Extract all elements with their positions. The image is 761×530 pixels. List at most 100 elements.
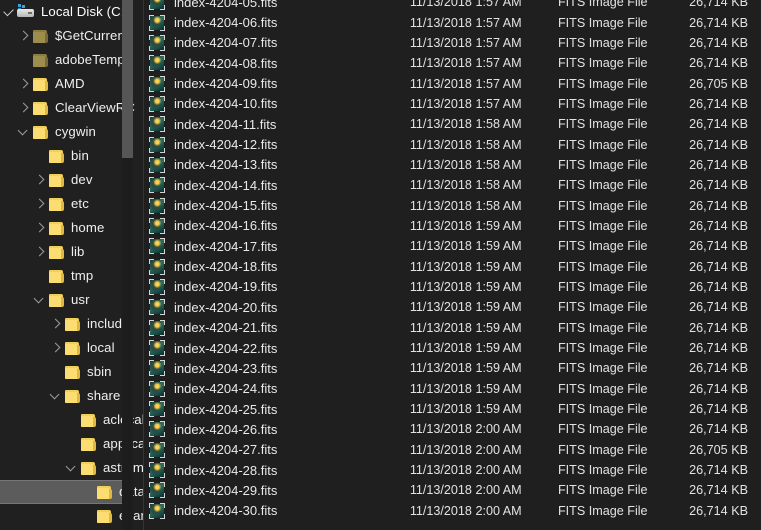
table-row[interactable]: index-4204-14.fits 11/13/2018 1:58 AM FITS… [144, 175, 761, 195]
navigation-scrollbar-thumb[interactable] [122, 0, 133, 158]
file-name-cell: index-4204-15.fits [174, 198, 278, 214]
file-date-cell: 11/13/2018 1:59 AM [409, 361, 522, 376]
fits-image-thumbnail-icon [149, 238, 165, 255]
file-name-cell: index-4204-17.fits [174, 238, 278, 254]
table-row[interactable]: index-4204-21.fits 11/13/2018 1:59 AM FITS… [144, 318, 761, 338]
file-name-cell: index-4204-06.fits [174, 15, 278, 31]
tree-item-label: usr [71, 292, 90, 307]
fits-image-thumbnail-icon [149, 55, 165, 72]
chevron-right-icon[interactable] [48, 312, 64, 336]
tree-item-label: Local Disk (C:) [41, 4, 129, 19]
chevron-right-icon[interactable] [32, 240, 48, 264]
chevron-down-icon[interactable] [16, 120, 32, 144]
fits-image-thumbnail-icon [149, 421, 165, 438]
file-date-cell: 11/13/2018 2:00 AM [409, 483, 522, 498]
table-row[interactable]: index-4204-22.fits 11/13/2018 1:59 AM FITS… [144, 338, 761, 358]
table-row[interactable]: index-4204-10.fits 11/13/2018 1:57 AM FITS… [144, 94, 761, 114]
file-type-cell: FITS Image File [557, 381, 648, 396]
file-size-cell: 26,714 KB [689, 56, 748, 71]
file-size-cell: 26,714 KB [689, 239, 748, 254]
chevron-right-icon[interactable] [16, 96, 32, 120]
fits-image-thumbnail-icon [149, 177, 165, 194]
table-row[interactable]: index-4204-25.fits 11/13/2018 1:59 AM FITS… [144, 399, 761, 419]
chevron-down-icon[interactable] [64, 456, 80, 480]
file-date-cell: 11/13/2018 1:59 AM [409, 402, 522, 417]
file-name-cell: index-4204-16.fits [174, 218, 278, 234]
file-name-cell: index-4204-18.fits [174, 259, 278, 275]
table-row[interactable]: index-4204-08.fits 11/13/2018 1:57 AM FITS… [144, 53, 761, 73]
folder-icon [96, 485, 114, 500]
file-date-cell: 11/13/2018 1:57 AM [409, 76, 522, 91]
fits-image-thumbnail-icon [149, 116, 165, 133]
fits-image-thumbnail-icon [149, 360, 165, 377]
table-row[interactable]: index-4204-18.fits 11/13/2018 1:59 AM FITS… [144, 256, 761, 276]
file-date-cell: 11/13/2018 1:58 AM [409, 157, 522, 172]
file-size-cell: 26,714 KB [689, 137, 748, 152]
fits-image-thumbnail-icon [149, 319, 165, 336]
file-name-cell: index-4204-21.fits [174, 320, 278, 336]
file-type-cell: FITS Image File [557, 463, 648, 478]
table-row[interactable]: index-4204-27.fits 11/13/2018 2:00 AM FITS… [144, 440, 761, 460]
table-row[interactable]: index-4204-17.fits 11/13/2018 1:59 AM FITS… [144, 236, 761, 256]
table-row[interactable]: index-4204-23.fits 11/13/2018 1:59 AM FITS… [144, 358, 761, 378]
fits-image-thumbnail-icon [149, 502, 165, 519]
table-row[interactable]: index-4204-15.fits 11/13/2018 1:58 AM FITS… [144, 195, 761, 215]
chevron-down-icon[interactable] [48, 384, 64, 408]
table-row[interactable]: index-4204-07.fits 11/13/2018 1:57 AM FITS… [144, 33, 761, 53]
fits-image-thumbnail-icon [149, 299, 165, 316]
fits-image-thumbnail-icon [149, 136, 165, 153]
folder-icon [96, 509, 114, 524]
table-row[interactable]: index-4204-19.fits 11/13/2018 1:59 AM FITS… [144, 277, 761, 297]
file-size-cell: 26,714 KB [689, 463, 748, 478]
chevron-right-icon[interactable] [32, 192, 48, 216]
file-size-cell: 26,714 KB [689, 15, 748, 30]
file-name-cell: index-4204-22.fits [174, 340, 278, 356]
file-size-cell: 26,714 KB [689, 117, 748, 132]
table-row[interactable]: index-4204-11.fits 11/13/2018 1:58 AM FITS… [144, 114, 761, 134]
chevron-right-icon[interactable] [32, 216, 48, 240]
chevron-right-icon[interactable] [32, 168, 48, 192]
fits-image-thumbnail-icon [149, 217, 165, 234]
navigation-scrollbar[interactable] [122, 0, 133, 530]
file-type-cell: FITS Image File [557, 361, 648, 376]
table-row[interactable]: index-4204-05.fits 11/13/2018 1:57 AM FITS… [144, 0, 761, 12]
fits-image-thumbnail-icon [149, 441, 165, 458]
table-row[interactable]: index-4204-09.fits 11/13/2018 1:57 AM FITS… [144, 73, 761, 93]
file-date-cell: 11/13/2018 1:57 AM [409, 56, 522, 71]
drive-icon [16, 4, 36, 20]
file-size-cell: 26,705 KB [689, 442, 748, 457]
file-type-cell: FITS Image File [557, 239, 648, 254]
table-row[interactable]: index-4204-26.fits 11/13/2018 2:00 AM FITS… [144, 419, 761, 439]
tree-item-label: dev [71, 172, 93, 187]
table-row[interactable]: index-4204-28.fits 11/13/2018 2:00 AM FITS… [144, 460, 761, 480]
table-row[interactable]: index-4204-20.fits 11/13/2018 1:59 AM FITS… [144, 297, 761, 317]
table-row[interactable]: index-4204-30.fits 11/13/2018 2:00 AM FITS… [144, 501, 761, 521]
chevron-right-icon[interactable] [16, 72, 32, 96]
table-row[interactable]: index-4204-24.fits 11/13/2018 1:59 AM FITS… [144, 379, 761, 399]
file-size-cell: 26,714 KB [689, 381, 748, 396]
tree-item-label: adobeTemp [55, 52, 125, 67]
file-date-cell: 11/13/2018 1:59 AM [409, 218, 522, 233]
tree-item-data[interactable]: data [0, 480, 144, 504]
tree-item-label: tmp [71, 268, 94, 283]
table-row[interactable]: index-4204-12.fits 11/13/2018 1:58 AM FITS… [144, 134, 761, 154]
file-date-cell: 11/13/2018 1:59 AM [409, 320, 522, 335]
file-type-cell: FITS Image File [557, 76, 648, 91]
table-row[interactable]: index-4204-06.fits 11/13/2018 1:57 AM FITS… [144, 12, 761, 32]
chevron-down-icon[interactable] [32, 288, 48, 312]
table-row[interactable]: index-4204-13.fits 11/13/2018 1:58 AM FITS… [144, 155, 761, 175]
table-row[interactable]: index-4204-16.fits 11/13/2018 1:59 AM FITS… [144, 216, 761, 236]
table-row[interactable]: index-4204-29.fits 11/13/2018 2:00 AM FITS… [144, 480, 761, 500]
folder-icon [64, 341, 82, 356]
fits-image-thumbnail-icon [149, 34, 165, 51]
file-name-cell: index-4204-24.fits [174, 381, 278, 397]
chevron-right-icon[interactable] [48, 336, 64, 360]
chevron-right-icon[interactable] [16, 24, 32, 48]
file-size-cell: 26,714 KB [689, 483, 748, 498]
folder-icon [80, 437, 98, 452]
file-date-cell: 11/13/2018 1:57 AM [409, 15, 522, 30]
file-size-cell: 26,705 KB [689, 76, 748, 91]
